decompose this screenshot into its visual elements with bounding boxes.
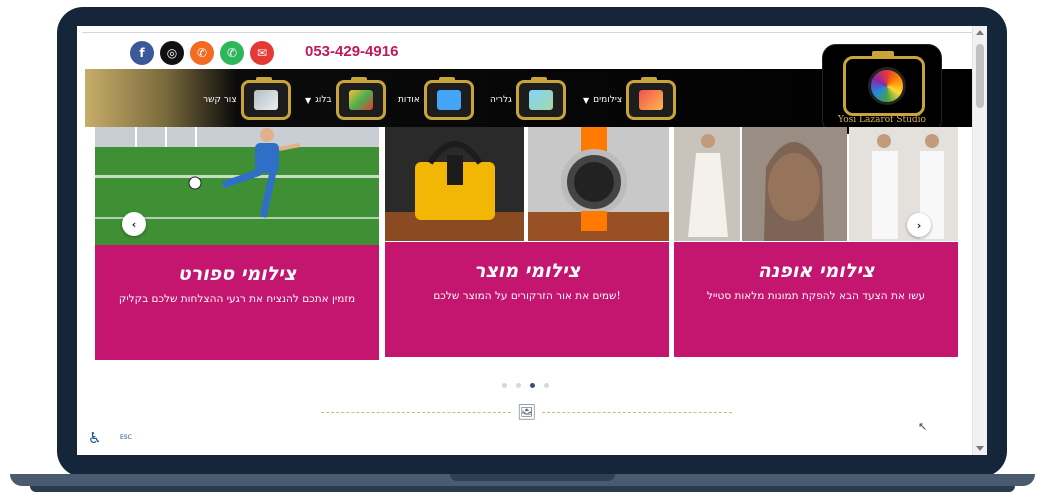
nav-label-gallery: גלריה [490,95,512,105]
carousel-dot-active[interactable] [530,383,535,388]
slide-fashion-caption: צילומי אופנה עשו את הצעד הבא להפקת תמונו… [674,242,958,357]
page-scrollbar[interactable] [972,26,987,455]
browser-screen: f ◎ ✆ ✆ ✉ 053-429-4916 צור קשר ▼ בלוג או… [77,26,987,455]
nav-label-blog: בלוג [315,95,332,105]
slide-product-caption: צילומי מוצר שמים את אור הזרקורים על המוצ… [385,242,669,357]
chevron-left-icon: ‹ [131,217,137,231]
gallery-camera-icon [515,77,566,120]
slide-product-text: שמים את אור הזרקורים על המוצר שלכם! [433,290,621,302]
nav-item-contact[interactable]: צור קשר [203,77,291,120]
studio-logo[interactable]: Yosi Lazarof Studio [822,44,942,134]
carousel-next-button[interactable]: › [907,213,931,237]
section-divider-right [542,412,732,413]
slide-sports-text: מזמין אתכם להנציח את רגעי ההצלחות שלכם ב… [118,293,356,305]
whatsapp-icon[interactable]: ✆ [220,41,244,65]
about-camera-icon [423,77,474,120]
logo-text: Yosi Lazarof Studio [838,115,926,125]
carousel-dot[interactable] [544,383,549,388]
contact-camera-icon [240,77,291,120]
carousel-dot[interactable] [502,383,507,388]
scrollbar-thumb[interactable] [976,44,984,108]
carousel-dot[interactable] [516,383,521,388]
slide-fashion-title: צילומי אופנה [757,260,875,282]
instagram-icon[interactable]: ◎ [160,41,184,65]
chevron-down-icon: ▼ [305,95,312,105]
accessibility-icon[interactable]: ♿ [88,429,101,447]
scroll-down-icon[interactable] [976,446,984,451]
email-icon[interactable]: ✉ [250,41,274,65]
carousel-pagination [502,383,549,388]
carousel-prev-button[interactable]: ‹ [122,212,146,236]
nav-item-photography[interactable]: ▼ צילומים [583,77,677,120]
photography-camera-icon [626,77,677,120]
slide-sports-title: צילומי ספורט [177,263,297,285]
slide-sports-caption: צילומי ספורט מזמין אתכם להנציח את רגעי ה… [95,245,379,360]
product-photo [385,127,669,241]
nav-label-about: אודות [398,95,420,105]
slide-product[interactable]: צילומי מוצר שמים את אור הזרקורים על המוצ… [385,127,669,357]
phone-icon[interactable]: ✆ [190,41,214,65]
chevron-down-icon: ▼ [583,95,590,105]
phone-number[interactable]: 053-429-4916 [305,43,398,60]
slide-fashion-text: עשו את הצעד הבא להפקת תמונות מלאות סטייל [706,290,926,302]
nav-item-about[interactable]: אודות [398,77,474,120]
blog-camera-icon [335,77,386,120]
scroll-up-icon[interactable] [976,30,984,35]
social-icons: f ◎ ✆ ✆ ✉ [130,41,274,65]
section-divider-left [321,412,511,413]
nav-label-contact: צור קשר [203,95,237,105]
slide-sports[interactable]: צילומי ספורט מזמין אתכם להנציח את רגעי ה… [95,127,379,360]
photos-icon: 🖼 [517,403,537,421]
top-divider [82,32,972,33]
logo-camera-icon [843,51,925,116]
slide-product-title: צילומי מוצר [473,260,581,282]
chevron-right-icon: › [916,218,922,232]
logo-lens-icon [868,67,906,105]
facebook-icon[interactable]: f [130,41,154,65]
nav-item-gallery[interactable]: גלריה [490,77,566,120]
laptop-base-shadow [30,486,1015,492]
accessibility-esc-label: ESC [120,434,132,441]
mouse-cursor-icon: ↖ [918,420,928,433]
nav-item-blog[interactable]: ▼ בלוג [305,77,386,120]
slide-fashion[interactable]: צילומי אופנה עשו את הצעד הבא להפקת תמונו… [674,127,958,357]
laptop-notch [450,474,615,481]
nav-label-photography: צילומים [593,95,623,105]
